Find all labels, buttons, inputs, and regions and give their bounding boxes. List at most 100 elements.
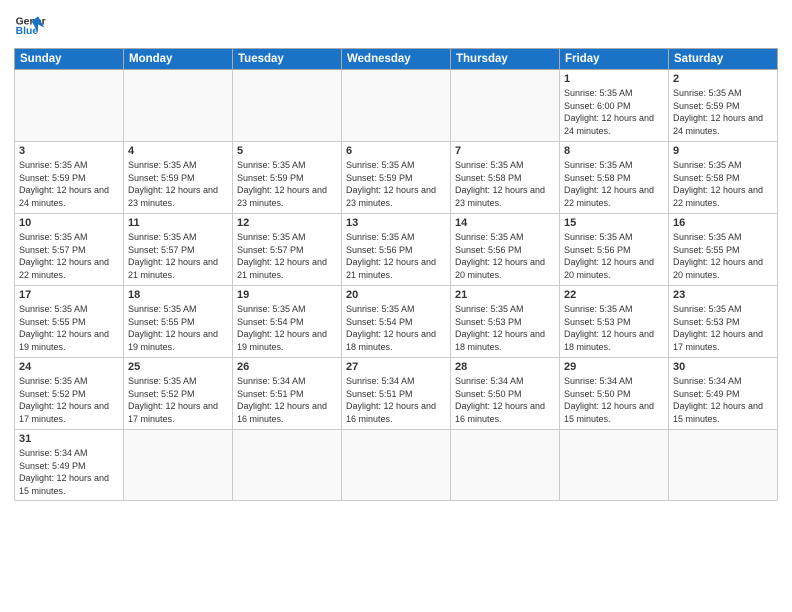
day-number: 1	[564, 73, 664, 85]
calendar-week-row: 1 Sunrise: 5:35 AM Sunset: 6:00 PM Daylig…	[15, 70, 778, 142]
calendar-header-monday: Monday	[124, 49, 233, 70]
day-number: 6	[346, 145, 446, 157]
day-number: 3	[19, 145, 119, 157]
calendar-day-cell: 27 Sunrise: 5:34 AM Sunset: 5:51 PM Dayli…	[342, 358, 451, 430]
calendar-day-cell: 10 Sunrise: 5:35 AM Sunset: 5:57 PM Dayli…	[15, 214, 124, 286]
calendar-day-cell	[560, 430, 669, 501]
calendar-day-cell	[233, 70, 342, 142]
calendar-day-cell: 8 Sunrise: 5:35 AM Sunset: 5:58 PM Daylig…	[560, 142, 669, 214]
calendar-day-cell: 2 Sunrise: 5:35 AM Sunset: 5:59 PM Daylig…	[669, 70, 778, 142]
calendar-day-cell	[451, 430, 560, 501]
svg-text:Blue: Blue	[16, 26, 39, 37]
calendar-header-wednesday: Wednesday	[342, 49, 451, 70]
day-number: 24	[19, 361, 119, 373]
day-number: 19	[237, 289, 337, 301]
day-info: Sunrise: 5:34 AM Sunset: 5:50 PM Dayligh…	[564, 375, 664, 425]
day-info: Sunrise: 5:35 AM Sunset: 5:52 PM Dayligh…	[19, 375, 119, 425]
calendar-day-cell: 22Sunrise: 5:35 AM Sunset: 5:53 PM Dayli…	[560, 286, 669, 358]
day-info: Sunrise: 5:35 AM Sunset: 5:55 PM Dayligh…	[19, 303, 119, 353]
calendar-day-cell	[342, 430, 451, 501]
calendar-week-row: 3 Sunrise: 5:35 AM Sunset: 5:59 PM Daylig…	[15, 142, 778, 214]
day-number: 14	[455, 217, 555, 229]
calendar-day-cell: 24 Sunrise: 5:35 AM Sunset: 5:52 PM Dayli…	[15, 358, 124, 430]
day-info: Sunrise: 5:35 AM Sunset: 5:59 PM Dayligh…	[346, 159, 446, 209]
day-number: 27	[346, 361, 446, 373]
calendar-day-cell: 1 Sunrise: 5:35 AM Sunset: 6:00 PM Daylig…	[560, 70, 669, 142]
day-number: 30	[673, 361, 773, 373]
day-info: Sunrise: 5:35 AM Sunset: 5:59 PM Dayligh…	[19, 159, 119, 209]
calendar-week-row: 17 Sunrise: 5:35 AM Sunset: 5:55 PM Dayli…	[15, 286, 778, 358]
calendar-week-row: 10 Sunrise: 5:35 AM Sunset: 5:57 PM Dayli…	[15, 214, 778, 286]
calendar-day-cell: 16 Sunrise: 5:35 AM Sunset: 5:55 PM Dayli…	[669, 214, 778, 286]
calendar-day-cell: 29 Sunrise: 5:34 AM Sunset: 5:50 PM Dayli…	[560, 358, 669, 430]
calendar-day-cell: 4Sunrise: 5:35 AM Sunset: 5:59 PM Daylig…	[124, 142, 233, 214]
day-number: 8	[564, 145, 664, 157]
calendar-day-cell: 19 Sunrise: 5:35 AM Sunset: 5:54 PM Dayli…	[233, 286, 342, 358]
day-number: 29	[564, 361, 664, 373]
day-info: Sunrise: 5:35 AM Sunset: 5:58 PM Dayligh…	[455, 159, 555, 209]
day-number: 22	[564, 289, 664, 301]
day-info: Sunrise: 5:35 AM Sunset: 5:54 PM Dayligh…	[237, 303, 337, 353]
day-info: Sunrise: 5:35 AM Sunset: 5:57 PM Dayligh…	[128, 231, 228, 281]
day-info: Sunrise: 5:34 AM Sunset: 5:51 PM Dayligh…	[346, 375, 446, 425]
calendar-day-cell: 7Sunrise: 5:35 AM Sunset: 5:58 PM Daylig…	[451, 142, 560, 214]
calendar-day-cell	[124, 70, 233, 142]
day-info: Sunrise: 5:35 AM Sunset: 5:58 PM Dayligh…	[673, 159, 773, 209]
logo: General Blue	[14, 10, 46, 42]
day-number: 31	[19, 433, 119, 445]
calendar-day-cell	[15, 70, 124, 142]
day-number: 25	[128, 361, 228, 373]
calendar-day-cell: 6 Sunrise: 5:35 AM Sunset: 5:59 PM Daylig…	[342, 142, 451, 214]
day-info: Sunrise: 5:35 AM Sunset: 5:53 PM Dayligh…	[455, 303, 555, 353]
day-number: 11	[128, 217, 228, 229]
day-number: 13	[346, 217, 446, 229]
calendar-day-cell: 15Sunrise: 5:35 AM Sunset: 5:56 PM Dayli…	[560, 214, 669, 286]
calendar-day-cell	[451, 70, 560, 142]
day-number: 2	[673, 73, 773, 85]
calendar-day-cell: 20 Sunrise: 5:35 AM Sunset: 5:54 PM Dayli…	[342, 286, 451, 358]
calendar-day-cell	[669, 430, 778, 501]
day-number: 12	[237, 217, 337, 229]
day-info: Sunrise: 5:34 AM Sunset: 5:49 PM Dayligh…	[19, 447, 119, 497]
day-number: 28	[455, 361, 555, 373]
day-info: Sunrise: 5:35 AM Sunset: 5:59 PM Dayligh…	[128, 159, 228, 209]
calendar-day-cell: 26Sunrise: 5:34 AM Sunset: 5:51 PM Dayli…	[233, 358, 342, 430]
calendar-header-friday: Friday	[560, 49, 669, 70]
day-info: Sunrise: 5:35 AM Sunset: 5:56 PM Dayligh…	[564, 231, 664, 281]
day-number: 10	[19, 217, 119, 229]
day-number: 18	[128, 289, 228, 301]
day-number: 20	[346, 289, 446, 301]
calendar-day-cell: 17 Sunrise: 5:35 AM Sunset: 5:55 PM Dayli…	[15, 286, 124, 358]
calendar-day-cell	[342, 70, 451, 142]
calendar-week-row: 24 Sunrise: 5:35 AM Sunset: 5:52 PM Dayli…	[15, 358, 778, 430]
calendar-day-cell: 25Sunrise: 5:35 AM Sunset: 5:52 PM Dayli…	[124, 358, 233, 430]
day-info: Sunrise: 5:35 AM Sunset: 5:55 PM Dayligh…	[128, 303, 228, 353]
calendar-day-cell: 31 Sunrise: 5:34 AM Sunset: 5:49 PM Dayli…	[15, 430, 124, 501]
calendar-day-cell: 30 Sunrise: 5:34 AM Sunset: 5:49 PM Dayli…	[669, 358, 778, 430]
day-info: Sunrise: 5:35 AM Sunset: 6:00 PM Dayligh…	[564, 87, 664, 137]
calendar-day-cell	[233, 430, 342, 501]
calendar-day-cell: 11 Sunrise: 5:35 AM Sunset: 5:57 PM Dayli…	[124, 214, 233, 286]
day-number: 23	[673, 289, 773, 301]
day-info: Sunrise: 5:35 AM Sunset: 5:56 PM Dayligh…	[346, 231, 446, 281]
day-number: 17	[19, 289, 119, 301]
day-info: Sunrise: 5:35 AM Sunset: 5:57 PM Dayligh…	[19, 231, 119, 281]
calendar-day-cell: 3 Sunrise: 5:35 AM Sunset: 5:59 PM Daylig…	[15, 142, 124, 214]
day-number: 26	[237, 361, 337, 373]
calendar-header-sunday: Sunday	[15, 49, 124, 70]
header: General Blue	[14, 10, 778, 42]
day-number: 16	[673, 217, 773, 229]
calendar-header-saturday: Saturday	[669, 49, 778, 70]
calendar-day-cell: 5Sunrise: 5:35 AM Sunset: 5:59 PM Daylig…	[233, 142, 342, 214]
calendar-header-thursday: Thursday	[451, 49, 560, 70]
day-info: Sunrise: 5:35 AM Sunset: 5:58 PM Dayligh…	[564, 159, 664, 209]
day-number: 5	[237, 145, 337, 157]
day-info: Sunrise: 5:35 AM Sunset: 5:54 PM Dayligh…	[346, 303, 446, 353]
calendar-day-cell: 14Sunrise: 5:35 AM Sunset: 5:56 PM Dayli…	[451, 214, 560, 286]
day-info: Sunrise: 5:34 AM Sunset: 5:49 PM Dayligh…	[673, 375, 773, 425]
calendar-week-row: 31 Sunrise: 5:34 AM Sunset: 5:49 PM Dayli…	[15, 430, 778, 501]
day-info: Sunrise: 5:35 AM Sunset: 5:59 PM Dayligh…	[673, 87, 773, 137]
calendar-day-cell: 13 Sunrise: 5:35 AM Sunset: 5:56 PM Dayli…	[342, 214, 451, 286]
calendar-day-cell: 21Sunrise: 5:35 AM Sunset: 5:53 PM Dayli…	[451, 286, 560, 358]
day-info: Sunrise: 5:35 AM Sunset: 5:55 PM Dayligh…	[673, 231, 773, 281]
